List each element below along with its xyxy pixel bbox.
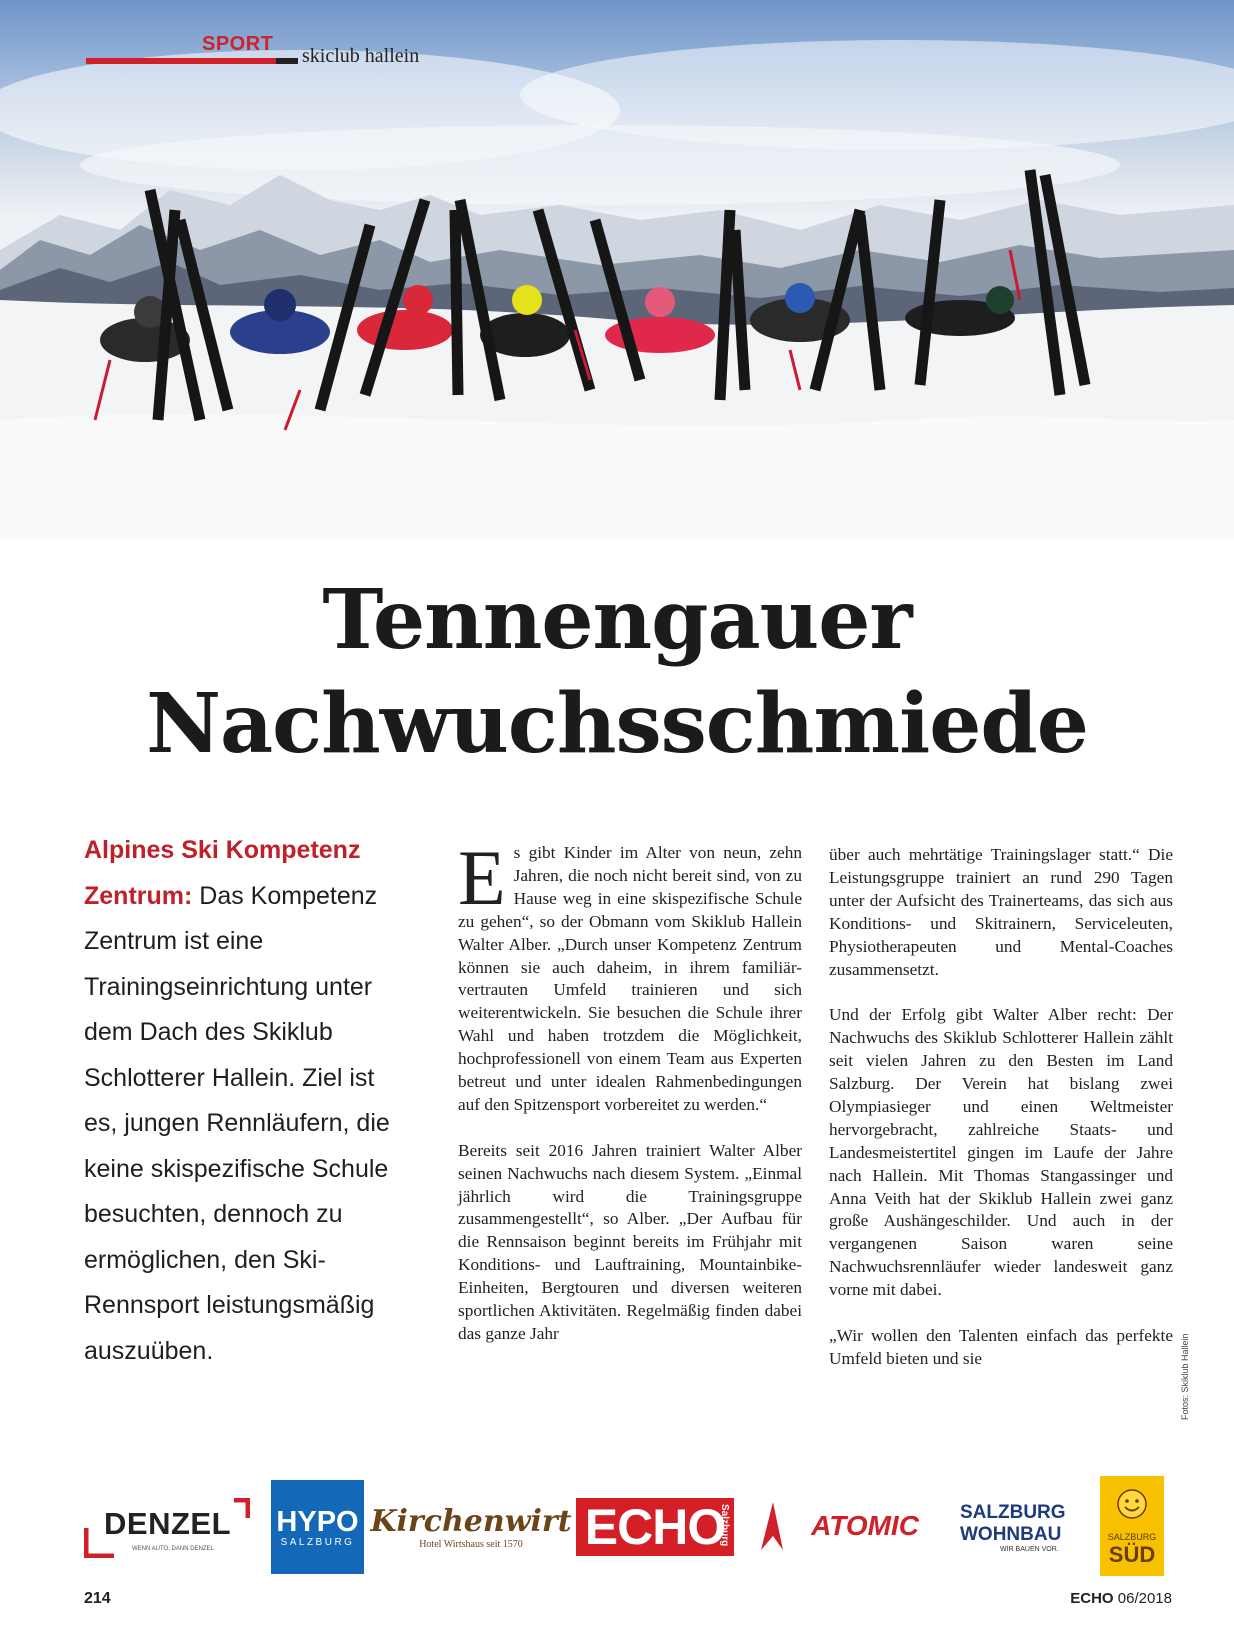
- denzel-logo: DENZEL WENN AUTO, DANN DENZEL: [84, 1498, 250, 1558]
- wohnbau-tagline: WIR BAUEN VOR.: [1000, 1545, 1059, 1553]
- echo-logo: ECHO Salzburg: [576, 1498, 734, 1556]
- sued-name: SÜD: [1108, 1542, 1156, 1567]
- sponsor-bar: DENZEL WENN AUTO, DANN DENZEL HYPO SALZB…: [0, 1470, 1234, 1580]
- section-rule-end: [276, 58, 298, 64]
- section-sub-label: skiclub hallein: [302, 45, 420, 67]
- intro-text: Alpines Ski Kompetenz Zentrum: Das Kompe…: [84, 828, 404, 1374]
- magazine-name: ECHO: [1070, 1590, 1114, 1607]
- article-column-2: über auch mehrtätige Trainingslager stat…: [829, 844, 1173, 1394]
- paragraph: Und der Erfolg gibt Walter Alber recht: …: [829, 1005, 1173, 1300]
- hypo-logo: HYPO SALZBURG: [271, 1480, 364, 1574]
- drop-cap: E: [458, 834, 506, 921]
- sued-top: SALZBURG: [1107, 1532, 1157, 1542]
- wohnbau-line-2: WOHNBAU: [960, 1523, 1062, 1545]
- echo-name: ECHO: [584, 1499, 726, 1555]
- salzburg-sued-logo: SALZBURG SÜD: [1100, 1476, 1164, 1576]
- paragraph: über auch mehrtätige Trainingslager stat…: [829, 845, 1173, 979]
- intro-body: Das Kompetenz Zentrum ist eine Trainings…: [84, 881, 390, 1365]
- section-rule: [86, 58, 276, 64]
- section-label: SPORT: [202, 33, 274, 55]
- paragraph: s gibt Kinder im Alter von neun, zehn Ja…: [458, 843, 802, 1114]
- hero-photo: SPORT skiclub hallein: [0, 0, 1234, 540]
- headline-line-2: Nachwuchsschmiede: [146, 676, 1089, 772]
- issue-date: 06/2018: [1117, 1590, 1172, 1607]
- salzburg-wohnbau-logo: SALZBURG WOHNBAU WIR BAUEN VOR.: [960, 1492, 1080, 1562]
- headline: Tennengauer Nachwuchsschmiede: [0, 568, 1234, 776]
- hypo-sub: SALZBURG: [280, 1536, 355, 1548]
- photo-credit: Fotos: Skiklub Hallein: [1180, 1333, 1190, 1420]
- wohnbau-line-1: SALZBURG: [960, 1501, 1066, 1523]
- paragraph: „Wir wollen den Talenten einfach das per…: [829, 1326, 1173, 1368]
- kirchenwirt-sub: Hotel Wirtshaus seit 1570: [419, 1539, 523, 1550]
- page-number: 214: [84, 1590, 111, 1607]
- echo-sub: Salzburg: [719, 1504, 730, 1547]
- atomic-logo: ATOMIC: [757, 1500, 943, 1552]
- hypo-name: HYPO: [276, 1505, 359, 1538]
- paragraph: Bereits seit 2016 Jahren trainiert Walte…: [458, 1140, 802, 1344]
- kirchenwirt-logo: Kirchenwirt Hotel Wirtshaus seit 1570: [370, 1492, 571, 1562]
- article-column-1: Es gibt Kinder im Alter von neun, zehn J…: [458, 834, 802, 1369]
- sun-icon: [1117, 1489, 1147, 1519]
- atomic-mark-icon: [761, 1502, 783, 1550]
- headline-line-1: Tennengauer: [322, 572, 912, 668]
- issue-info: ECHO 06/2018: [1070, 1590, 1172, 1607]
- denzel-tagline: WENN AUTO, DANN DENZEL: [132, 1546, 214, 1552]
- denzel-name: DENZEL: [104, 1506, 231, 1541]
- kirchenwirt-name: Kirchenwirt: [370, 1504, 572, 1539]
- ski-team-photo: [0, 40, 1234, 540]
- atomic-name: ATOMIC: [811, 1510, 919, 1541]
